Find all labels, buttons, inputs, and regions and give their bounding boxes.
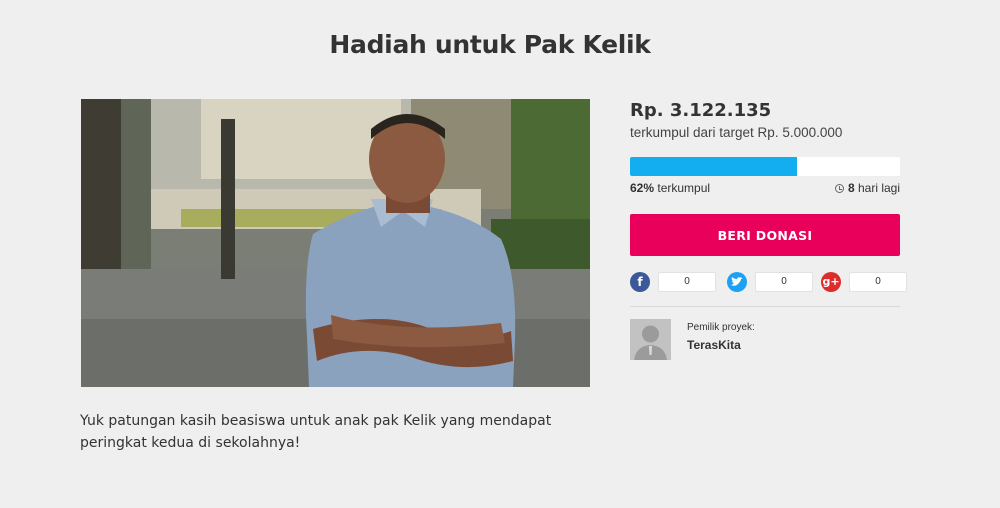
project-owner: Pemilik proyek: TerasKita <box>630 319 900 361</box>
twitter-icon[interactable] <box>727 272 747 292</box>
google-plus-icon[interactable]: g+ <box>821 272 841 292</box>
page-title: Hadiah untuk Pak Kelik <box>329 30 651 59</box>
progress-info: 62% terkumpul 8 hari lagi <box>630 181 900 195</box>
progress-label: 62% terkumpul <box>630 181 711 195</box>
facebook-count: 0 <box>658 272 716 292</box>
donate-button[interactable]: BERI DONASI <box>630 214 900 256</box>
owner-name[interactable]: TerasKita <box>687 338 741 352</box>
progress-bar-fill <box>630 157 798 176</box>
google-plus-count: 0 <box>849 272 907 292</box>
target-text: terkumpul dari target Rp. 5.000.000 <box>630 125 843 140</box>
campaign-description: Yuk patungan kasih beasiswa untuk anak p… <box>80 413 552 451</box>
share-google-plus[interactable]: g+ 0 <box>821 272 907 292</box>
avatar[interactable] <box>630 319 671 360</box>
share-bar: f 0 0 g+ 0 <box>630 272 907 294</box>
progress-bar <box>630 157 900 176</box>
campaign-sidebar: Rp. 3.122.135 terkumpul dari target Rp. … <box>630 100 907 360</box>
share-facebook[interactable]: f 0 <box>630 272 716 292</box>
divider <box>630 306 900 307</box>
facebook-icon[interactable]: f <box>630 272 650 292</box>
days-left: 8 hari lagi <box>834 181 900 195</box>
owner-label: Pemilik proyek: <box>687 322 755 333</box>
collected-amount: Rp. 3.122.135 <box>630 100 772 121</box>
campaign-photo <box>81 99 590 387</box>
twitter-count: 0 <box>755 272 813 292</box>
clock-icon <box>834 183 844 193</box>
share-twitter[interactable]: 0 <box>727 272 813 292</box>
